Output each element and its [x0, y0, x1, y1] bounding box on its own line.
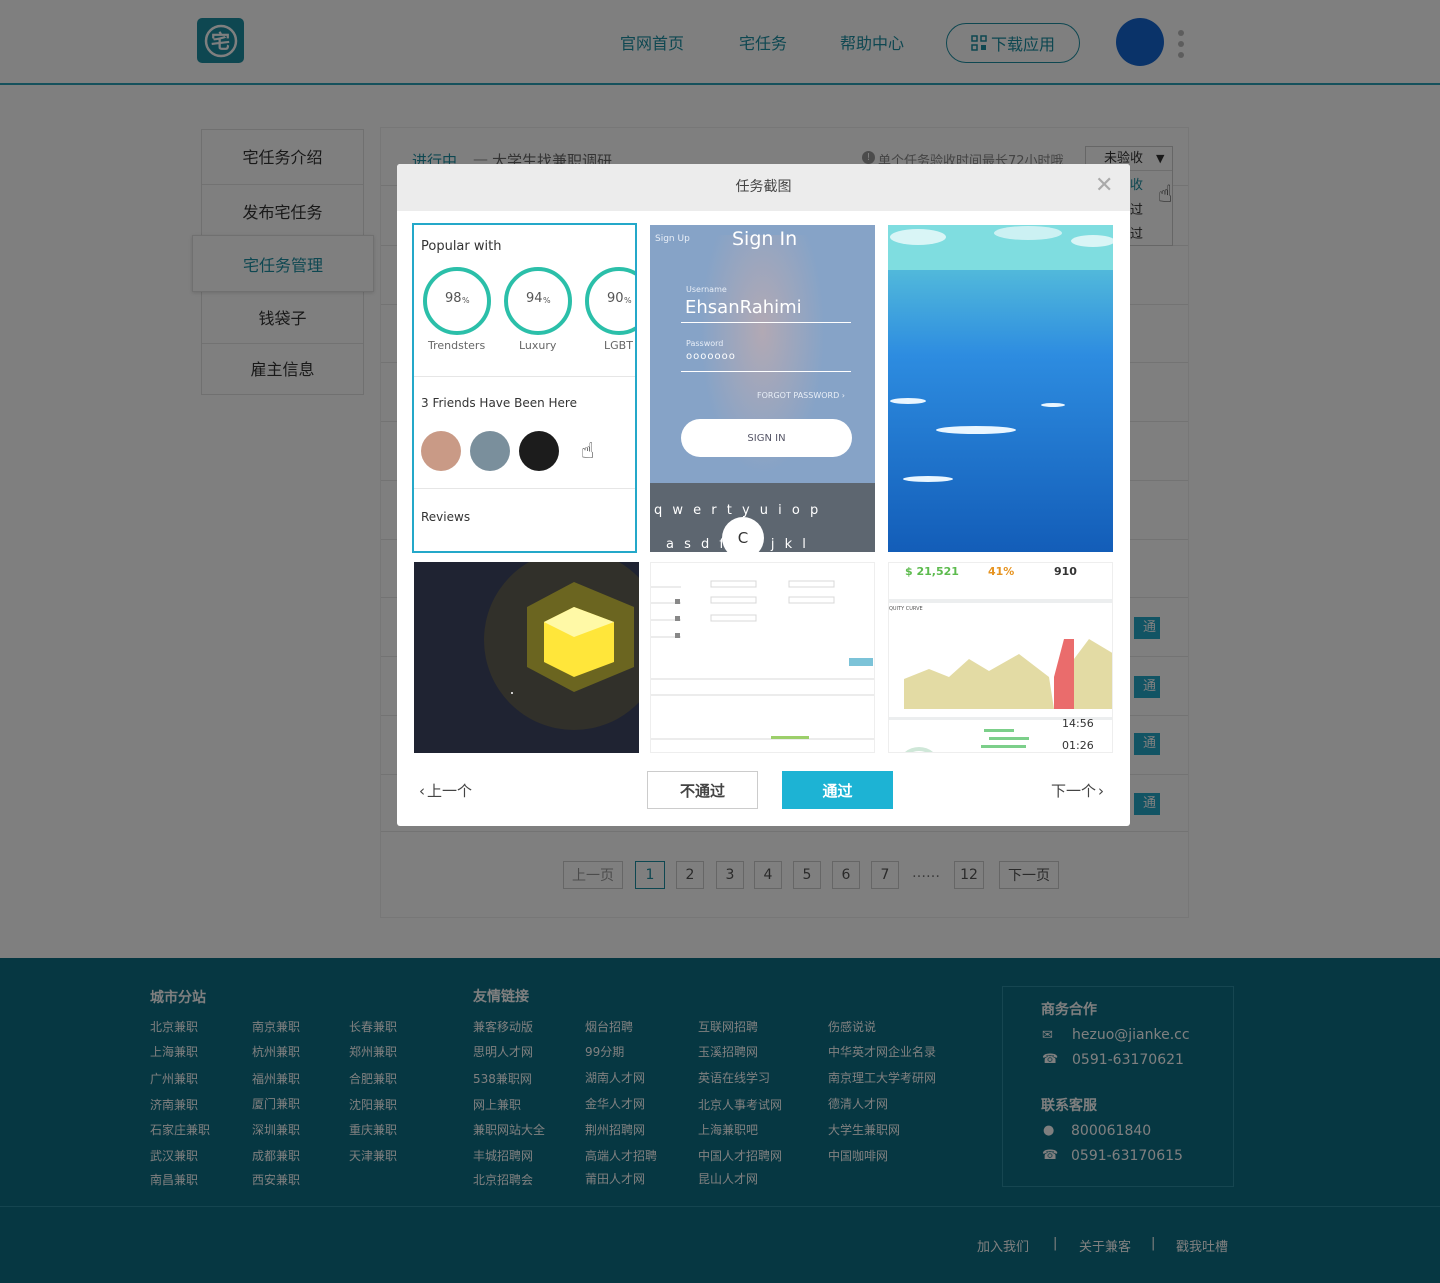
glowing-cube-illustration [484, 562, 639, 730]
reject-button[interactable]: 不通过 [647, 771, 758, 809]
stat-label: Trendsters [428, 339, 486, 352]
screenshot-thumbnail[interactable]: Sign Up Sign In Username EhsanRahimi Pas… [650, 225, 875, 552]
chevron-right-icon: › [1098, 781, 1105, 800]
thumb-text: Username [686, 285, 727, 294]
friend-avatar [470, 431, 510, 471]
friend-avatar [519, 431, 559, 471]
screenshot-thumbnail[interactable]: $ 21,521 41% 910 QUITY CURVE 14:56 01:26 [888, 562, 1113, 753]
thumb-text: $ 21,521 [905, 565, 959, 578]
hand-cursor-icon: ☝ [581, 439, 595, 464]
screenshot-thumbnail[interactable] [650, 562, 875, 753]
prev-screenshot-button[interactable]: ‹ 上一个 [419, 780, 472, 801]
thumb-text: EhsanRahimi [685, 297, 802, 318]
thumb-text: 01:26 [1062, 739, 1094, 752]
stat-value: 98 [445, 291, 462, 306]
close-icon[interactable]: ✕ [1095, 174, 1113, 198]
thumb-text: Password [686, 339, 724, 348]
chevron-left-icon: ‹ [419, 781, 425, 800]
thumb-text: FORGOT PASSWORD › [757, 391, 845, 400]
stat-unit: % [543, 296, 551, 305]
approve-button[interactable]: 通过 [782, 771, 893, 809]
modal-title: 任务截图 [397, 164, 1130, 211]
ocean-illustration [888, 225, 1113, 482]
stat-label: LGBT [604, 339, 633, 352]
form-wireframe [651, 580, 874, 740]
screenshot-thumbnail[interactable]: Popular with 98 94 90 % % % Trendsters L… [412, 223, 637, 553]
thumb-text: C [722, 517, 764, 552]
stat-unit: % [624, 296, 632, 305]
next-screenshot-button[interactable]: 下一个 › [1051, 780, 1104, 801]
screenshot-thumbnail[interactable] [888, 225, 1113, 552]
friend-avatar [421, 431, 461, 471]
thumb-text: Sign Up [655, 234, 690, 244]
thumb-text: 910 [1054, 565, 1077, 578]
stat-unit: % [462, 296, 470, 305]
next-label: 下一个 [1051, 782, 1097, 800]
thumb-text: 41% [988, 565, 1015, 578]
thumb-text: Reviews [421, 510, 471, 524]
stat-value: 94 [526, 291, 543, 306]
screenshot-thumbnail[interactable] [414, 562, 639, 753]
thumb-text: 3 Friends Have Been Here [421, 396, 577, 410]
thumb-text: Popular with [421, 239, 502, 254]
thumb-text: Sign In [732, 228, 798, 250]
prev-label: 上一个 [427, 782, 473, 800]
screenshot-modal: 任务截图 ✕ Popular with 98 94 90 % % % Trend… [397, 164, 1130, 826]
thumb-text: ooooooo [686, 351, 736, 362]
stat-value: 90 [607, 291, 624, 306]
stat-label: Luxury [519, 339, 557, 352]
thumb-text: 14:56 [1062, 717, 1094, 730]
thumb-text: SIGN IN [681, 419, 852, 457]
thumb-text: q w e r t y u i o p [654, 503, 819, 518]
